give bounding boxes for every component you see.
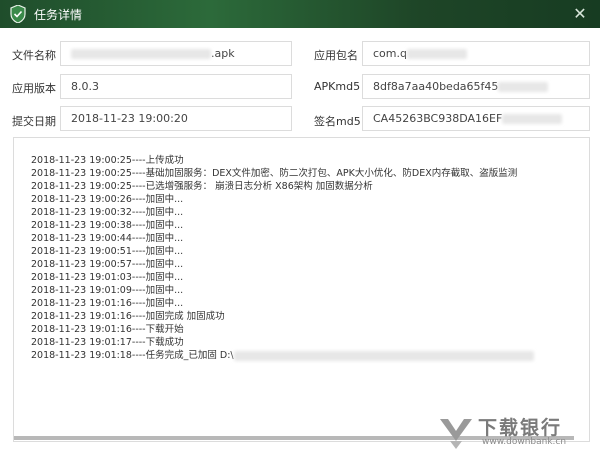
submit-date-value: 2018-11-23 19:00:20	[71, 112, 188, 125]
window-title: 任务详情	[34, 8, 83, 22]
submit-date-field[interactable]: 2018-11-23 19:00:20	[60, 106, 292, 131]
watermark: 下载银行 www.downbank.cn	[434, 409, 594, 453]
log-line: 2018-11-23 19:00:25----基础加固服务：DEX文件加密、防二…	[31, 168, 518, 179]
log-line: 2018-11-23 19:01:16----下载开始	[31, 324, 184, 335]
close-button[interactable]: ✕	[570, 4, 590, 24]
watermark-name: 下载银行	[478, 417, 563, 439]
redacted-text	[71, 49, 211, 59]
package-name-value: com.q	[373, 47, 407, 60]
apk-md5-label: APKmd5	[314, 80, 361, 93]
log-line: 2018-11-23 19:00:32----加固中...	[31, 207, 184, 218]
signature-md5-field[interactable]: CA45263BC938DA16EF	[362, 106, 590, 131]
log-line: 2018-11-23 19:00:26----加固中...	[31, 194, 184, 205]
file-name-value: .apk	[211, 47, 235, 60]
log-line: 2018-11-23 19:01:16----加固中...	[31, 298, 184, 309]
version-label: 应用版本	[12, 82, 56, 95]
watermark-url: www.downbank.cn	[482, 437, 567, 447]
redacted-text	[498, 82, 549, 92]
log-line: 2018-11-23 19:00:25----上传成功	[31, 155, 184, 166]
log-line: 2018-11-23 19:01:18----任务完成_已加固 D:\	[31, 347, 534, 361]
log-line: 2018-11-23 19:01:03----加固中...	[31, 272, 184, 283]
watermark-logo-icon	[440, 419, 472, 449]
log-line: 2018-11-23 19:00:44----加固中...	[31, 233, 184, 244]
signature-md5-value: CA45263BC938DA16EF	[373, 112, 503, 125]
log-textarea[interactable]: 2018-11-23 19:00:25----上传成功 2018-11-23 1…	[13, 137, 590, 442]
log-line: 2018-11-23 19:01:09----加固中...	[31, 285, 184, 296]
log-line: 2018-11-23 19:00:38----加固中...	[31, 220, 184, 231]
log-line-text: 2018-11-23 19:01:18----任务完成_已加固 D:\	[31, 350, 234, 361]
apk-md5-field[interactable]: 8df8a7aa40beda65f45	[362, 74, 590, 99]
redacted-text	[406, 49, 467, 59]
file-name-label: 文件名称	[12, 49, 56, 62]
title-bar: 任务详情 ✕	[0, 0, 600, 28]
log-line: 2018-11-23 19:00:25----已选增强服务： 崩溃日志分析 X8…	[31, 181, 373, 192]
redacted-text	[233, 350, 534, 361]
log-line: 2018-11-23 19:01:16----加固完成 加固成功	[31, 311, 225, 322]
log-line: 2018-11-23 19:01:17----下载成功	[31, 337, 184, 348]
log-line: 2018-11-23 19:00:51----加固中...	[31, 246, 184, 257]
signature-md5-label: 签名md5	[314, 115, 361, 128]
package-name-field[interactable]: com.q	[362, 41, 590, 66]
file-name-field[interactable]: .apk	[60, 41, 292, 66]
log-line: 2018-11-23 19:00:57----加固中...	[31, 259, 184, 270]
submit-date-label: 提交日期	[12, 115, 56, 128]
shield-icon	[10, 5, 26, 23]
package-name-label: 应用包名	[314, 49, 358, 62]
redacted-text	[502, 114, 563, 124]
version-field[interactable]: 8.0.3	[60, 74, 292, 99]
version-value: 8.0.3	[71, 80, 99, 93]
apk-md5-value: 8df8a7aa40beda65f45	[373, 80, 499, 93]
